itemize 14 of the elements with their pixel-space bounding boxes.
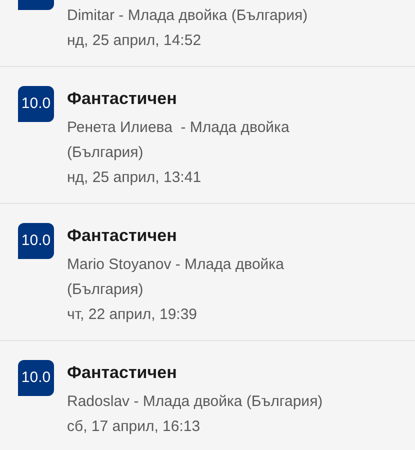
score-badge: 10.0: [18, 223, 54, 259]
review-title: Фантастичен: [67, 362, 178, 384]
reviewer-text: Mario Stoyanov - Млада двойка (България): [67, 255, 285, 300]
review-title: Фантастичен: [67, 88, 178, 110]
reviewer-text: Radoslav - Млада двойка (България): [67, 392, 324, 412]
reviewer-text: Ренета Илиева - Млада двойка (България): [67, 118, 290, 163]
review-date: нд, 25 април, 13:41: [67, 168, 202, 188]
review-date: чт, 22 април, 19:39: [67, 305, 198, 325]
review-title: Фантастичен: [67, 225, 178, 247]
score-badge: 10.0: [18, 360, 54, 396]
review-date: нд, 25 април, 14:52: [67, 31, 202, 51]
review-date: сб, 17 април, 16:13: [67, 417, 202, 437]
score-badge: 10.0: [18, 86, 54, 122]
reviewer-text: Dimitar - Млада двойка (България): [67, 6, 309, 26]
